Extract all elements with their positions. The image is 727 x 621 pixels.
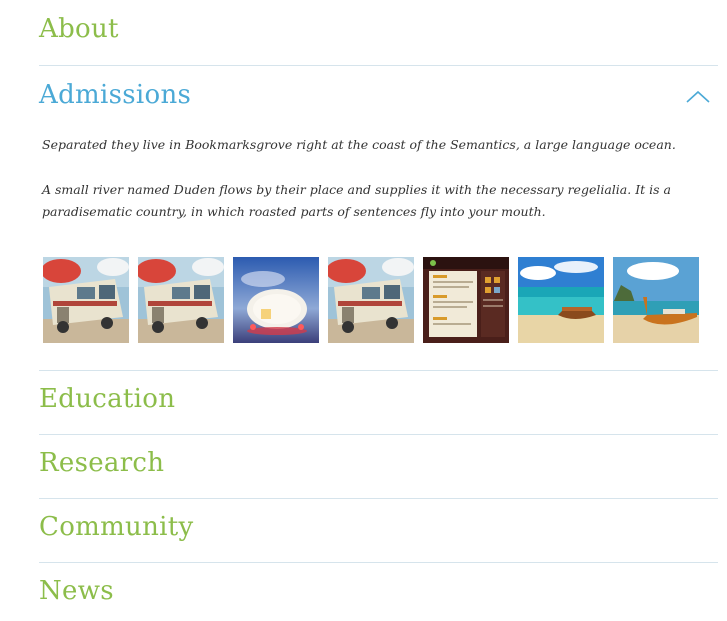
accordion-item-education: Education xyxy=(39,370,718,435)
thumbnail-rv-camper[interactable] xyxy=(138,257,224,343)
accordion-item-research: Research xyxy=(39,434,718,499)
accordion-title-news: News xyxy=(39,576,114,606)
thumbnail-beach-boat[interactable] xyxy=(518,257,604,343)
accordion-item-news: News xyxy=(39,562,718,621)
accordion-title-community: Community xyxy=(39,512,194,542)
accordion-title-about: About xyxy=(39,14,119,44)
admissions-paragraph-2: A small river named Duden flows by their… xyxy=(42,182,671,219)
accordion-header-community[interactable]: Community xyxy=(39,498,718,562)
thumbnail-glowing-trailer[interactable] xyxy=(233,257,319,343)
accordion-header-about[interactable]: About xyxy=(39,0,718,65)
accordion-header-admissions[interactable]: Admissions xyxy=(39,65,718,129)
accordion-item-about: About xyxy=(39,0,718,66)
thumbnail-rv-camper[interactable] xyxy=(43,257,129,343)
accordion-header-news[interactable]: News xyxy=(39,562,718,621)
thumbnail-longtail-boat[interactable] xyxy=(613,257,699,343)
accordion-title-education: Education xyxy=(39,384,176,414)
accordion-header-research[interactable]: Research xyxy=(39,434,718,498)
accordion-header-education[interactable]: Education xyxy=(39,370,718,434)
accordion-title-admissions: Admissions xyxy=(39,80,192,110)
thumbnail-website-screenshot[interactable] xyxy=(423,257,509,343)
accordion-item-admissions: Admissions Separated they live in Bookma… xyxy=(39,65,718,371)
accordion-title-research: Research xyxy=(39,448,165,478)
admissions-paragraph-1: Separated they live in Bookmarksgrove ri… xyxy=(42,137,676,152)
accordion-item-community: Community xyxy=(39,498,718,563)
thumbnail-rv-camper[interactable] xyxy=(328,257,414,343)
chevron-up-icon[interactable] xyxy=(686,89,710,103)
thumbnail-gallery xyxy=(43,257,713,343)
